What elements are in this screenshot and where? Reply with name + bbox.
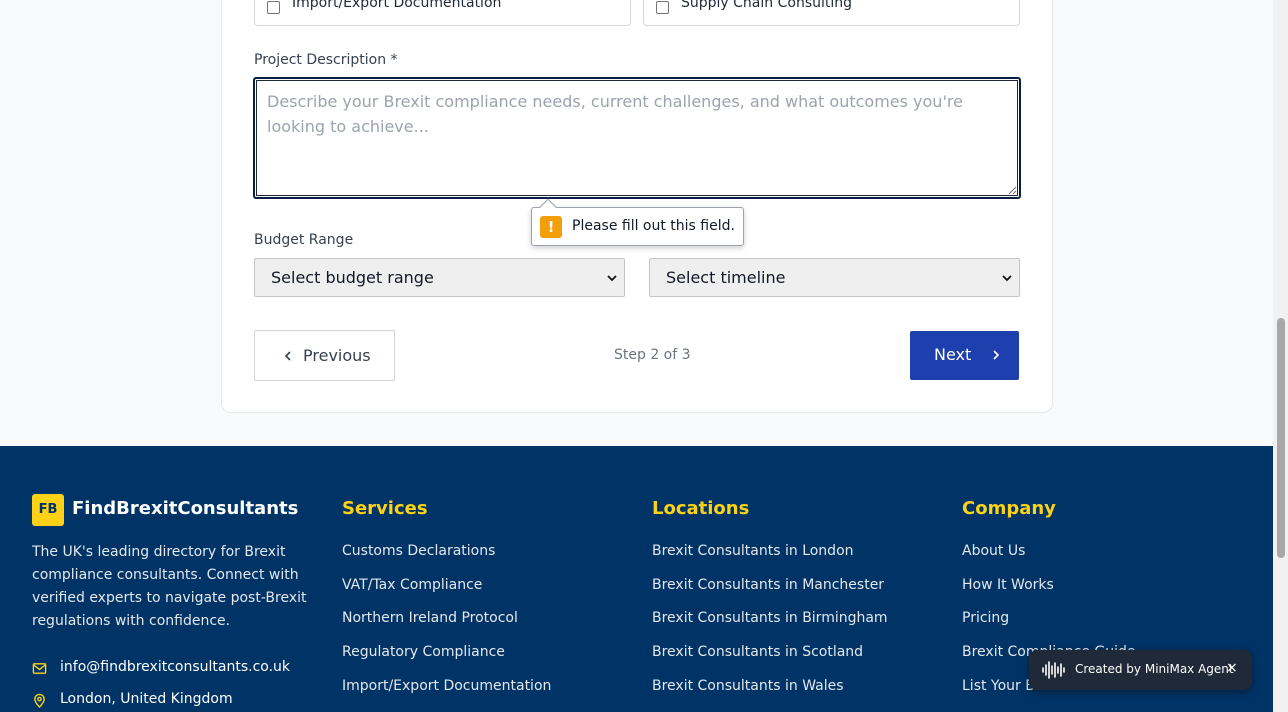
footer-link-services[interactable]: Regulatory Compliance — [342, 644, 505, 660]
next-button[interactable]: Next — [910, 331, 1019, 380]
budget-range-label: Budget Range — [254, 232, 354, 248]
footer-link-locations[interactable]: Brexit Consultants in Wales — [652, 678, 844, 694]
checkbox[interactable] — [267, 1, 280, 14]
footer-link-locations[interactable]: Brexit Consultants in Scotland — [652, 644, 863, 660]
validation-message: Please fill out this field. — [572, 218, 735, 234]
step-indicator: Step 2 of 3 — [614, 347, 691, 363]
footer-services-heading: Services — [342, 498, 428, 519]
chevron-down-icon — [1002, 275, 1012, 282]
page-scrollbar[interactable] — [1273, 0, 1288, 712]
scrollbar-thumb[interactable] — [1277, 318, 1285, 558]
select-value: Select budget range — [271, 268, 434, 287]
textarea-placeholder: Describe your Brexit compliance needs, c… — [267, 92, 963, 136]
previous-button-label: Previous — [303, 346, 371, 365]
chevron-down-icon — [607, 275, 617, 282]
resize-grip-icon[interactable] — [1007, 185, 1017, 195]
timeline-select[interactable]: Select timeline — [649, 258, 1020, 297]
logo-badge[interactable]: FB — [32, 494, 64, 526]
validation-tooltip: ! Please fill out this field. — [531, 198, 744, 246]
next-button-label: Next — [934, 345, 972, 364]
footer-link-services[interactable]: Import/Export Documentation — [342, 678, 551, 694]
badge-text: Created by MiniMax Agent — [1075, 662, 1234, 676]
footer-link-locations[interactable]: Brexit Consultants in Birmingham — [652, 610, 888, 626]
footer-link-services[interactable]: Northern Ireland Protocol — [342, 610, 518, 626]
chevron-right-icon — [993, 350, 1000, 360]
service-option-supply-chain[interactable]: Supply Chain Consulting — [643, 0, 1020, 26]
previous-button[interactable]: Previous — [254, 330, 395, 381]
chevron-left-icon — [284, 351, 291, 361]
minimax-agent-badge[interactable]: Created by MiniMax Agent × — [1029, 650, 1252, 690]
footer-link-company[interactable]: Pricing — [962, 610, 1009, 626]
select-value: Select timeline — [666, 268, 786, 287]
close-icon[interactable]: × — [1226, 660, 1238, 676]
checkbox[interactable] — [656, 1, 669, 14]
map-pin-icon — [34, 693, 45, 708]
warning-icon: ! — [540, 216, 562, 238]
footer-brand[interactable]: FindBrexitConsultants — [72, 498, 298, 519]
footer-link-locations[interactable]: Brexit Consultants in Manchester — [652, 577, 884, 593]
footer-link-services[interactable]: Customs Declarations — [342, 543, 495, 559]
footer-location-text: London, United Kingdom — [60, 691, 233, 707]
footer-link-company[interactable]: How It Works — [962, 577, 1054, 593]
footer-link-company[interactable]: About Us — [962, 543, 1025, 559]
budget-range-select[interactable]: Select budget range — [254, 258, 625, 297]
footer-email-text[interactable]: info@findbrexitconsultants.co.uk — [60, 659, 290, 675]
waveform-icon — [1042, 661, 1065, 679]
footer-locations-heading: Locations — [652, 498, 750, 519]
service-option-label: Supply Chain Consulting — [681, 0, 853, 11]
footer-about-text: The UK's leading directory for Brexit co… — [32, 544, 307, 629]
project-description-label: Project Description * — [254, 52, 398, 68]
service-option-import-export[interactable]: Import/Export Documentation — [254, 0, 631, 26]
project-description-textarea[interactable]: Describe your Brexit compliance needs, c… — [253, 77, 1021, 199]
footer-company-heading: Company — [962, 498, 1056, 519]
mail-icon — [32, 663, 47, 674]
footer-link-services[interactable]: VAT/Tax Compliance — [342, 577, 482, 593]
footer-link-locations[interactable]: Brexit Consultants in London — [652, 543, 854, 559]
service-option-label: Import/Export Documentation — [292, 0, 502, 11]
